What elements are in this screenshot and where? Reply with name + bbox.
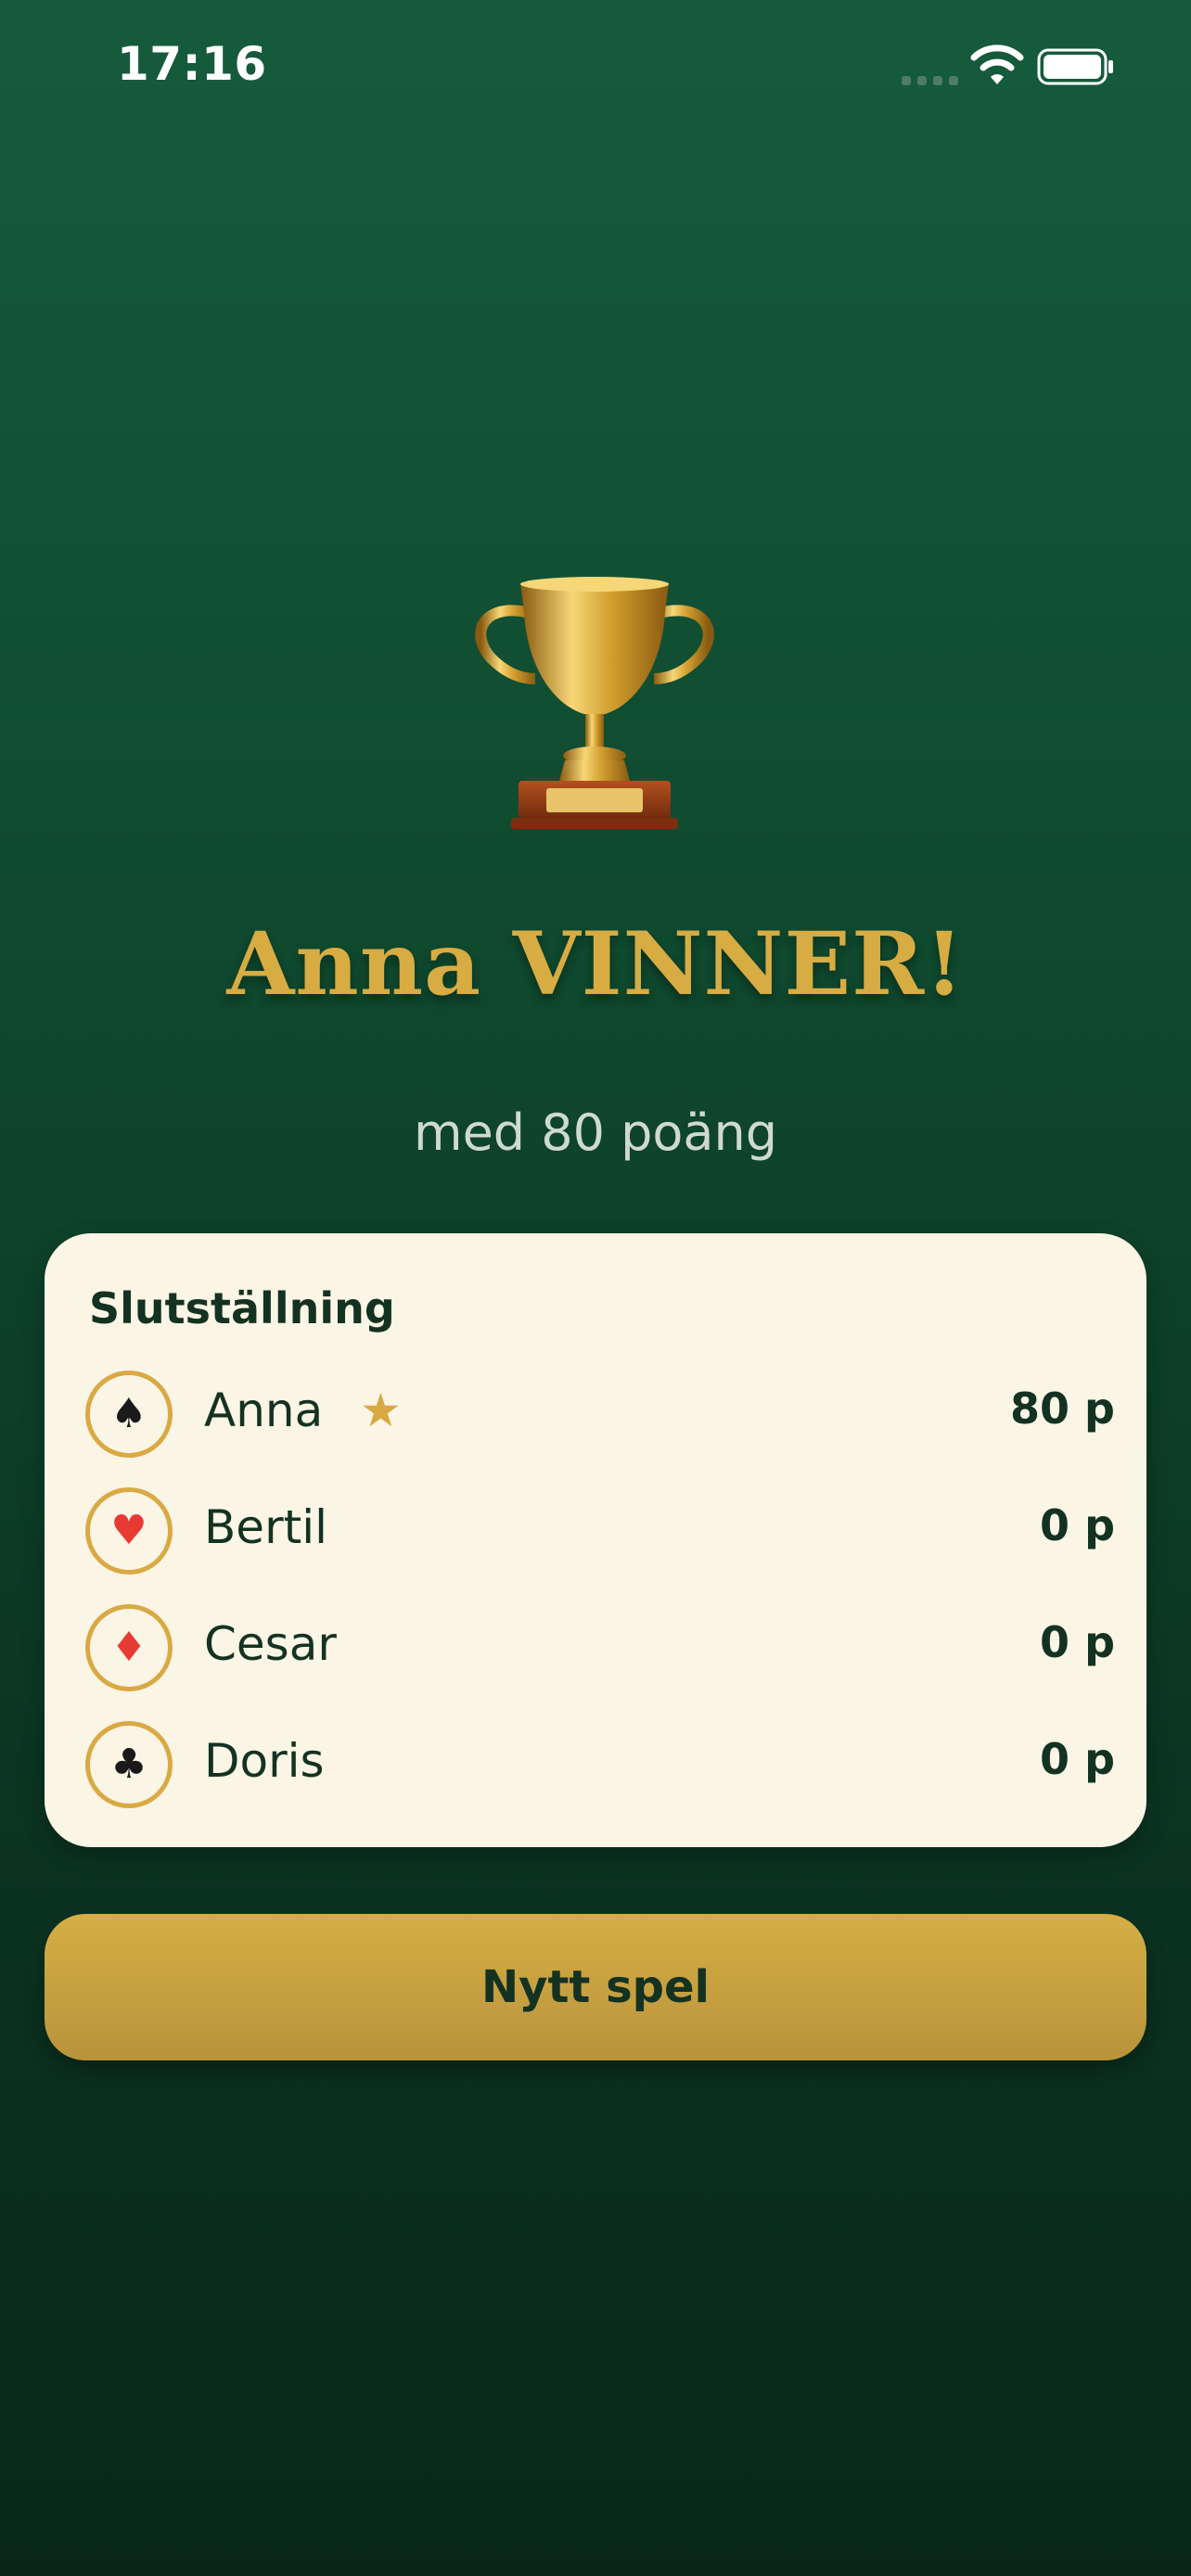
player-row-cesar: ♦ Cesar 0 p <box>85 1604 1115 1693</box>
player-score: 80 p <box>1010 1384 1115 1434</box>
spade-icon: ♠ <box>85 1371 173 1458</box>
player-name: Cesar <box>204 1617 337 1671</box>
player-row-anna: ♠ Anna ★ 80 p <box>85 1371 1115 1460</box>
player-score: 0 p <box>1040 1734 1115 1784</box>
player-row-doris: ♣ Doris 0 p <box>85 1721 1115 1810</box>
player-score: 0 p <box>1040 1500 1115 1550</box>
standings-card: Slutställning ♠ Anna ★ 80 p ♥ Bertil 0 p… <box>45 1233 1146 1847</box>
player-name: Bertil <box>204 1500 328 1554</box>
player-name: Anna <box>204 1384 324 1437</box>
trophy-icon <box>475 577 714 829</box>
diamond-icon: ♦ <box>85 1604 173 1691</box>
winner-star-icon: ★ <box>360 1384 402 1437</box>
club-icon: ♣ <box>85 1721 173 1808</box>
heart-icon: ♥ <box>85 1487 173 1575</box>
player-name: Doris <box>204 1734 325 1788</box>
battery-icon <box>1037 48 1113 85</box>
standings-title: Slutställning <box>89 1283 395 1333</box>
new-game-button[interactable]: Nytt spel <box>45 1914 1146 2060</box>
cellular-signal-icon <box>902 76 958 85</box>
wifi-icon <box>970 45 1024 84</box>
player-row-bertil: ♥ Bertil 0 p <box>85 1487 1115 1576</box>
player-score: 0 p <box>1040 1617 1115 1667</box>
winner-points: med 80 poäng <box>413 1103 778 1162</box>
status-time: 17:16 <box>117 37 267 91</box>
winner-title: Anna VINNER! <box>226 913 965 1015</box>
